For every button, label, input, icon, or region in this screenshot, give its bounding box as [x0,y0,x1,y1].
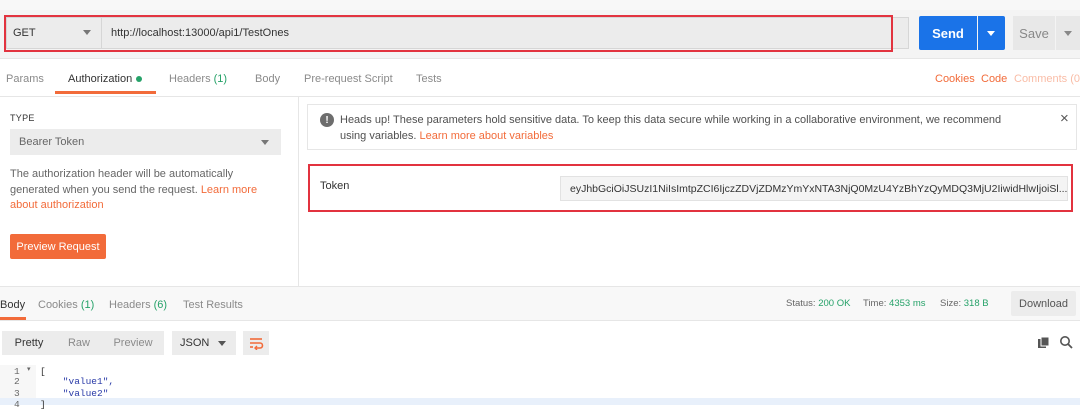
notice-text: Heads up! These parameters hold sensitiv… [340,112,1030,144]
time-readout: Time: 4353 ms [863,298,925,309]
send-button[interactable]: Send [919,16,977,50]
tab-params[interactable]: Params [6,73,44,85]
top-strip [0,0,1080,10]
request-tabs [0,59,1080,97]
active-response-tab-indicator [0,317,26,320]
url-input[interactable]: http://localhost:13000/api1/TestOnes [101,17,909,49]
save-button[interactable]: Save [1013,16,1055,50]
tab-authorization[interactable]: Authorization [68,73,143,85]
size-readout: Size: 318 B [940,298,989,309]
format-select[interactable]: JSON [172,331,236,355]
method-select[interactable]: GET [6,17,102,49]
size-label: Size: [940,298,962,309]
type-label: TYPE [10,113,35,123]
wrap-icon [250,338,264,350]
tab-count: (1) [80,299,95,311]
info-icon: ! [320,113,334,127]
time-label: Time: [863,298,887,309]
tab-count: (1) [213,73,228,85]
raw-button[interactable]: Raw [56,331,102,355]
cookies-link[interactable]: Cookies [935,73,975,85]
tab-count: (6) [153,299,168,311]
auth-type-value: Bearer Token [19,136,85,148]
tab-body[interactable]: Body [255,73,280,85]
close-icon[interactable]: × [1060,110,1069,127]
preview-button[interactable]: Preview [102,331,164,355]
help-text: The authorization header will be automat… [10,168,234,196]
tab-label: Headers [109,299,151,311]
wrap-lines-button[interactable] [243,331,269,355]
line-number: 3 [14,388,20,399]
chevron-down-icon [218,341,226,346]
learn-more-variables-link[interactable]: Learn more about variables [420,130,554,142]
send-options-button[interactable] [978,16,1005,50]
format-value: JSON [180,337,210,349]
response-tab-headers[interactable]: Headers (6) [109,299,167,311]
chevron-down-icon [83,30,91,35]
chevron-down-icon [1064,31,1072,36]
save-options-button[interactable] [1056,16,1080,50]
active-dot-icon [136,76,143,83]
tab-label: Cookies [38,299,78,311]
fold-icon[interactable]: ▾ [27,365,31,373]
auth-help-text: The authorization header will be automat… [10,167,275,214]
status-label: Status: [786,298,816,309]
comments-link[interactable]: Comments (0) [1014,73,1080,85]
token-input[interactable]: eyJhbGciOiJSUzI1NiIsImtpZCI6IjczZDVjZDMz… [560,176,1068,201]
size-value: 318 B [963,298,989,309]
active-tab-indicator [55,91,156,94]
copy-icon[interactable] [1037,336,1050,349]
time-value: 4353 ms [889,298,926,309]
current-line-highlight [0,398,1080,405]
response-tab-test-results[interactable]: Test Results [183,299,243,311]
preview-request-button[interactable]: Preview Request [10,234,106,259]
tab-label: Authorization [68,73,133,85]
code-line: "value1", [40,376,115,387]
method-value: GET [13,27,36,39]
code-link[interactable]: Code [981,73,1007,85]
download-button[interactable]: Download [1011,291,1076,316]
tab-tests[interactable]: Tests [416,73,442,85]
line-number: 2 [14,376,20,387]
code-line: "value2" [40,388,109,399]
tab-pre-request-script[interactable]: Pre-request Script [304,73,393,85]
status-readout: Status: 200 OK [786,298,850,309]
tab-headers[interactable]: Headers (1) [169,73,227,85]
pretty-button[interactable]: Pretty [2,331,56,355]
chevron-down-icon [261,140,269,145]
search-icon[interactable] [1059,335,1073,349]
response-tab-body[interactable]: Body [0,299,25,311]
status-value: 200 OK [818,298,851,309]
response-tab-cookies[interactable]: Cookies (1) [38,299,94,311]
tab-label: Headers [169,73,211,85]
token-label: Token [320,180,350,192]
auth-type-select[interactable]: Bearer Token [10,129,281,155]
chevron-down-icon [987,31,995,36]
